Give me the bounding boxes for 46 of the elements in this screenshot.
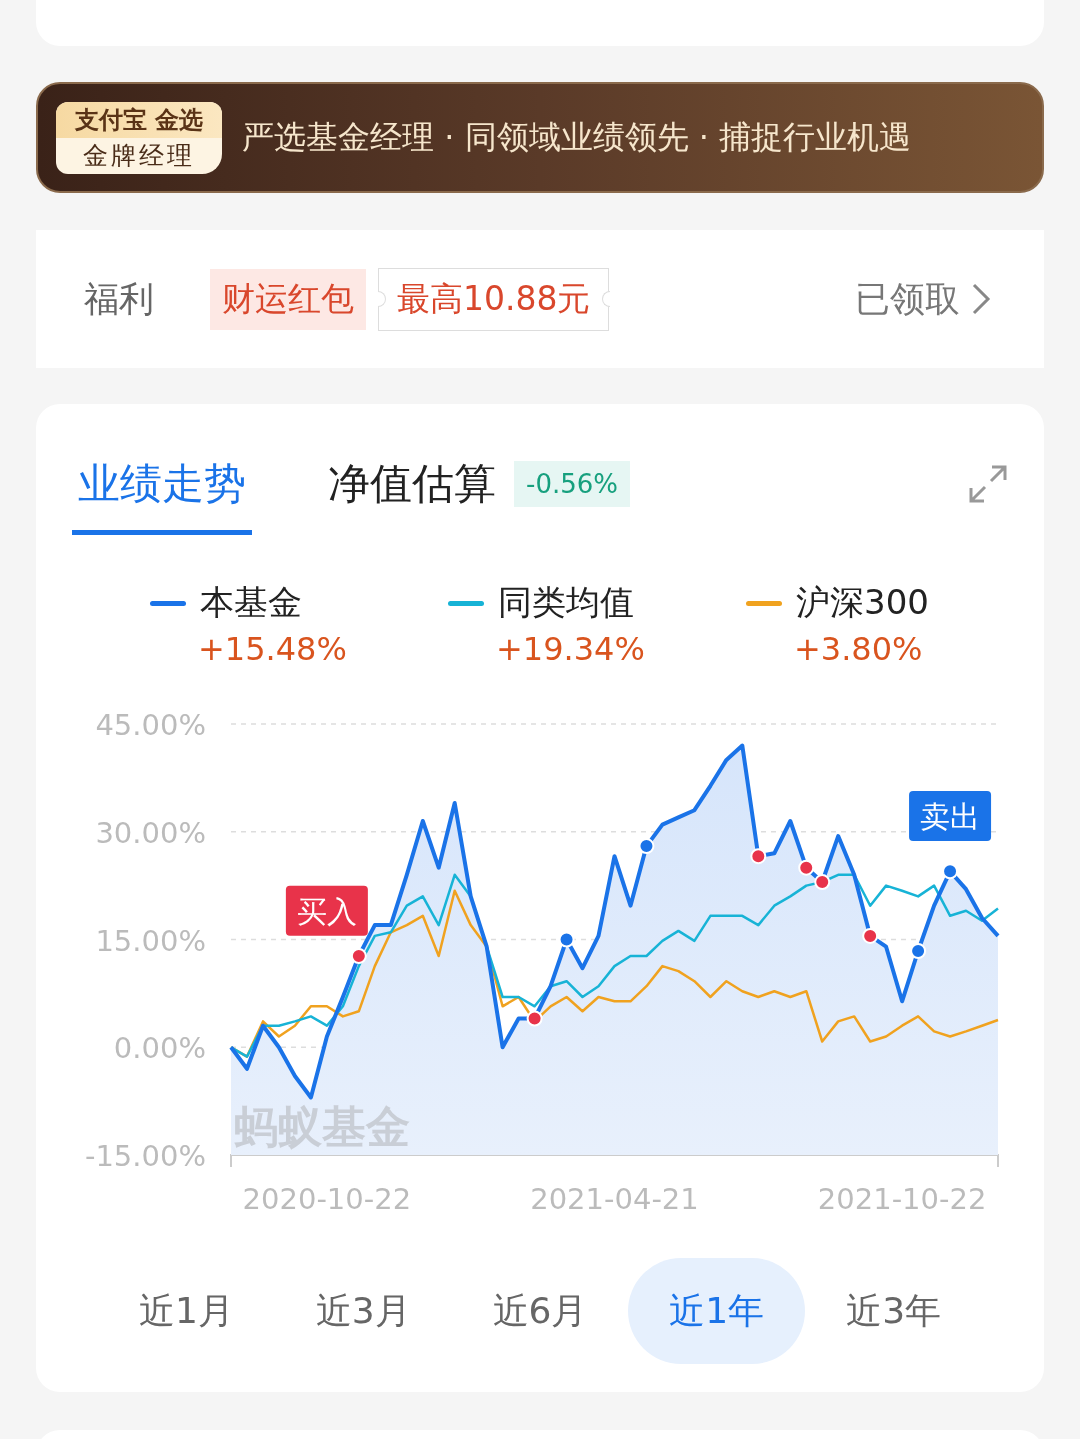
welfare-label: 福利 (84, 277, 155, 321)
legend-name: 沪深300 (796, 581, 929, 624)
legend-name: 同类均值 (498, 581, 634, 624)
manager-banner[interactable]: 支付宝 金选 金牌经理 严选基金经理 · 同领域业绩领先 · 捕捉行业机遇 (36, 82, 1044, 193)
legend-name: 本基金 (200, 581, 302, 624)
trade-dot (910, 943, 927, 959)
trade-dot (526, 1010, 543, 1027)
tab[interactable]: 业绩走势 (72, 456, 252, 535)
y-axis-label: -15.00% (84, 1139, 206, 1173)
trade-dot (862, 927, 879, 944)
badge-subtitle: 金牌经理 (82, 139, 196, 172)
tab[interactable]: 净值估算 (322, 456, 502, 535)
x-axis-label: 2021-04-21 (530, 1182, 699, 1216)
expand-icon[interactable] (968, 464, 1008, 504)
trade-dot (558, 931, 575, 948)
annotation: 买入 (296, 893, 357, 929)
trade-dot (798, 859, 815, 876)
trade-tag: 卖出 (909, 790, 992, 841)
claimed-link[interactable]: 已领取 (855, 275, 992, 323)
legend-return: +19.34% (496, 630, 646, 668)
y-axis-label: 15.00% (95, 923, 206, 958)
trade-dot (750, 848, 767, 865)
legend-return: +15.48% (198, 630, 348, 668)
legend-return: +3.80% (794, 630, 924, 668)
annotation: 卖出 (920, 798, 981, 834)
coupon-tag: 最高10.88元 (378, 267, 610, 331)
trade-tag: 买入 (285, 885, 368, 936)
trade-dot (814, 874, 831, 891)
y-axis-label: 45.00% (95, 708, 206, 742)
trade-dot (350, 948, 367, 964)
badge-title: 支付宝 金选 (56, 101, 222, 138)
banner-slogan: 严选基金经理 · 同领域业绩领先 · 捕捉行业机遇 (242, 116, 912, 158)
trade-dot (638, 838, 655, 855)
estimate-change-badge: -0.56% (514, 461, 630, 507)
y-axis-label: 0.00% (113, 1031, 206, 1066)
period-tab[interactable]: 近1年 (628, 1258, 806, 1364)
bonus-tag: 财运红包 (210, 268, 366, 330)
x-axis-label: 2021-10-22 (817, 1182, 987, 1216)
chevron-right-icon (970, 282, 992, 316)
period-tab[interactable]: 近3月 (274, 1258, 452, 1364)
x-axis-label: 2020-10-22 (242, 1182, 412, 1216)
period-tab[interactable]: 近1月 (98, 1258, 275, 1364)
period-tab[interactable]: 近3年 (805, 1258, 982, 1364)
trade-dot (942, 863, 959, 880)
y-axis-label: 30.00% (95, 815, 206, 850)
period-tab[interactable]: 近6月 (451, 1258, 629, 1364)
